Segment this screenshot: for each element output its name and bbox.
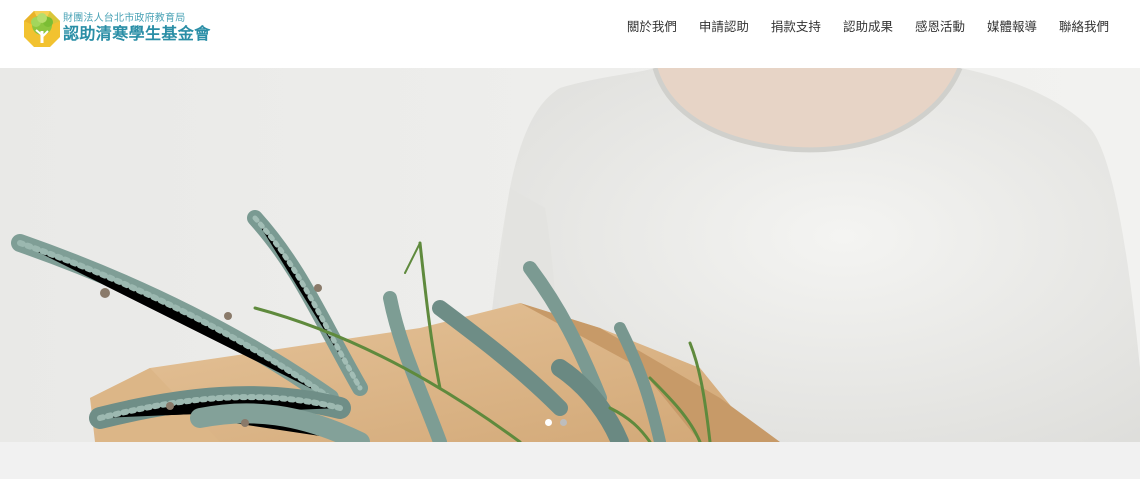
hero-image	[0, 68, 1140, 442]
nav-item-contact[interactable]: 聯絡我們	[1059, 19, 1109, 35]
slider-dot-2[interactable]	[560, 419, 567, 426]
nav-item-apply[interactable]: 申請認助	[699, 19, 749, 35]
nav-item-events[interactable]: 感恩活動	[915, 19, 965, 35]
site-logo[interactable]: 財團法人台北市政府教育局 認助清寒學生基金會	[22, 9, 210, 49]
nav-item-media[interactable]: 媒體報導	[987, 19, 1037, 35]
logo-text: 財團法人台北市政府教育局 認助清寒學生基金會	[63, 13, 211, 43]
logo-title: 認助清寒學生基金會	[63, 24, 211, 43]
logo-subtitle: 財團法人台北市政府教育局	[63, 13, 186, 24]
nav-item-about[interactable]: 關於我們	[627, 19, 677, 35]
slider-dots	[545, 419, 567, 426]
nav-item-donate[interactable]: 捐款支持	[771, 19, 821, 35]
slider-dot-1[interactable]	[545, 419, 552, 426]
content-band	[0, 442, 1140, 479]
nav-item-results[interactable]: 認助成果	[843, 19, 893, 35]
hero-slider[interactable]	[0, 68, 1140, 442]
main-nav: 關於我們 申請認助 捐款支持 認助成果 感恩活動 媒體報導 聯絡我們	[627, 19, 1109, 35]
tree-logo-icon	[24, 11, 60, 47]
site-header: 財團法人台北市政府教育局 認助清寒學生基金會 關於我們 申請認助 捐款支持 認助…	[0, 0, 1140, 68]
